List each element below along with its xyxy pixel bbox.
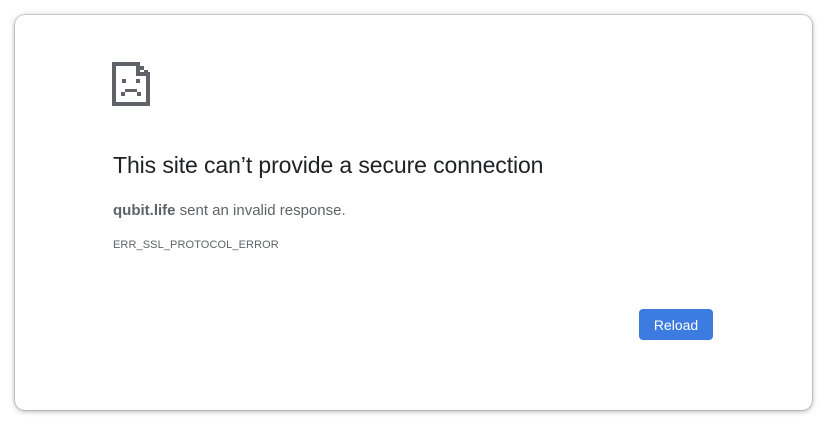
error-message: qubit.life sent an invalid response.: [113, 202, 346, 219]
reload-button[interactable]: Reload: [639, 309, 713, 340]
error-code: ERR_SSL_PROTOCOL_ERROR: [113, 239, 279, 251]
error-message-text: sent an invalid response.: [175, 202, 346, 219]
sad-document-icon: [112, 62, 150, 106]
page-title: This site can’t provide a secure connect…: [113, 152, 544, 178]
host-name: qubit.life: [113, 202, 176, 219]
browser-error-page: This site can’t provide a secure connect…: [15, 15, 812, 410]
